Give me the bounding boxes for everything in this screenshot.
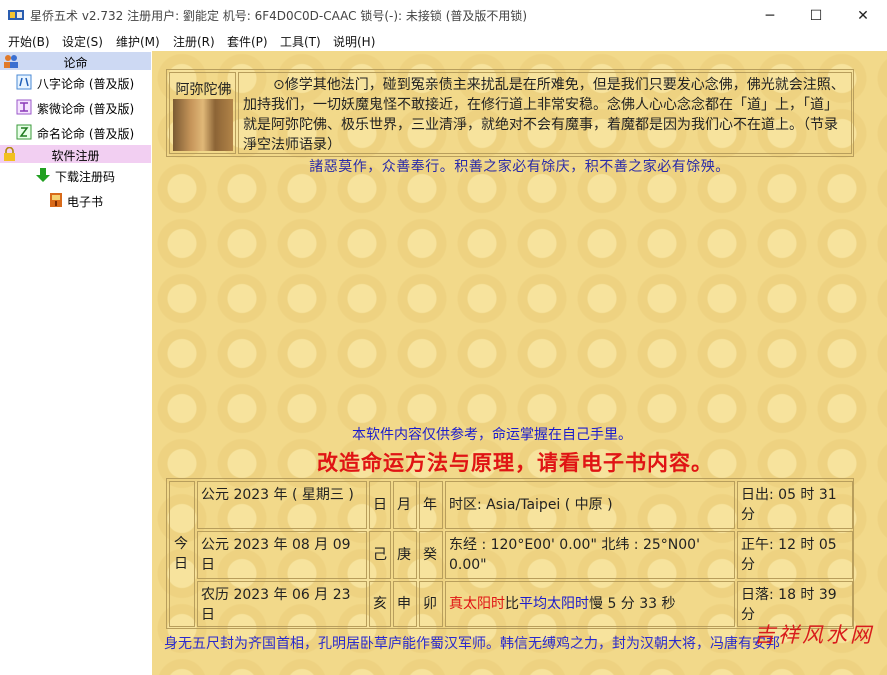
main-content: 阿弥陀佛 ⊙修学其他法门，碰到冤亲债主来扰乱是在所难免，但是我们只要发心念佛，佛… xyxy=(152,51,887,675)
day-branch: 亥 xyxy=(373,596,387,612)
menu-register[interactable]: 注册(R) xyxy=(173,33,215,50)
sidebar-header-registration[interactable]: 软件注册 xyxy=(0,145,151,163)
year-stem-cell: 癸 xyxy=(419,531,443,579)
sidebar-header-label: 软件注册 xyxy=(51,149,100,163)
watermark-logo: 吉祥风水网 xyxy=(754,623,874,647)
mean-solar-label: 平均太阳时 xyxy=(519,596,589,612)
solar-time-cell: 真太阳时比平均太阳时慢 5 分 33 秒 xyxy=(445,581,735,627)
year-header: 年 xyxy=(423,497,437,513)
lunar-date-cell: 农历 2023 年 06 月 23 日 xyxy=(197,581,367,627)
title-bar: 星侨五术 v2.732 注册用户: 劉能定 机号: 6F4D0C0D-CAAC … xyxy=(0,0,887,31)
ziwei-icon xyxy=(16,99,32,115)
date-table: 今日 公元 2023 年 ( 星期三 ) 日 月 年 时区: Asia/Taip… xyxy=(166,478,854,629)
month-stem: 庚 xyxy=(397,547,411,563)
sidebar-item-bazi[interactable]: 八字论命 (普及版) xyxy=(0,71,151,93)
motto-text: 諸惡莫作，众善奉行。积善之家必有馀庆，积不善之家必有馀殃。 xyxy=(309,159,730,175)
gregorian-weekday: 公元 2023 年 ( 星期三 ) xyxy=(201,487,354,503)
sidebar-item-label: 电子书 xyxy=(67,195,104,209)
lunar-date: 农历 2023 年 06 月 23 日 xyxy=(201,587,351,623)
minimize-button[interactable]: ─ xyxy=(747,0,793,31)
today-label: 今日 xyxy=(174,536,188,572)
window-title: 星侨五术 v2.732 注册用户: 劉能定 机号: 6F4D0C0D-CAAC … xyxy=(30,9,528,23)
close-button[interactable]: ✕ xyxy=(840,0,886,31)
ebook-icon xyxy=(50,193,62,207)
sidebar-item-ebook[interactable]: 电子书 xyxy=(0,189,151,211)
month-header-cell: 月 xyxy=(393,481,417,529)
sidebar-item-ziwei[interactable]: 紫微论命 (普及版) xyxy=(0,96,151,118)
day-branch-cell: 亥 xyxy=(369,581,391,627)
compare-word: 比 xyxy=(505,596,519,612)
sidebar-header-fortune[interactable]: 论命 xyxy=(0,52,151,70)
scrolling-text-content: 身无五尺封为齐国首相，孔明居卧草庐能作蜀汉军师。韩信无缚鸡之力，封为汉朝大将，冯… xyxy=(164,636,780,652)
coordinates-cell: 东经 : 120°E00' 0.00" 北纬 : 25°N00' 0.00" xyxy=(445,531,735,579)
menu-start[interactable]: 开始(B) xyxy=(8,33,50,50)
year-branch-cell: 卯 xyxy=(419,581,443,627)
sidebar-item-label: 紫微论命 (普及版) xyxy=(37,102,135,116)
month-branch: 申 xyxy=(397,596,411,612)
month-stem-cell: 庚 xyxy=(393,531,417,579)
amitabha-cell: 阿弥陀佛 xyxy=(169,72,236,154)
true-solar-label: 真太阳时 xyxy=(449,596,505,612)
sidebar-item-naming[interactable]: 命名论命 (普及版) xyxy=(0,121,151,143)
buddha-image xyxy=(173,99,233,151)
sidebar-header-label: 论命 xyxy=(63,56,88,70)
naming-icon xyxy=(16,124,32,140)
quote-cell: ⊙修学其他法门，碰到冤亲债主来扰乱是在所难免，但是我们只要发心念佛，佛光就会注照… xyxy=(238,72,852,154)
maximize-button[interactable]: ☐ xyxy=(793,0,839,31)
year-branch: 卯 xyxy=(423,596,437,612)
sidebar-item-download-code[interactable]: 下载注册码 xyxy=(0,164,151,186)
month-header: 月 xyxy=(397,497,411,513)
quote-text: ⊙修学其他法门，碰到冤亲债主来扰乱是在所难免，但是我们只要发心念佛，佛光就会注照… xyxy=(243,77,845,153)
menu-bar: 开始(B) 设定(S) 维护(M) 注册(R) 套件(P) 工具(T) 说明(H… xyxy=(0,31,887,51)
coordinates-text: 东经 : 120°E00' 0.00" 北纬 : 25°N00' 0.00" xyxy=(449,537,700,573)
sunrise-text: 日出: 05 时 31 分 xyxy=(741,487,837,523)
year-header-cell: 年 xyxy=(419,481,443,529)
today-cell: 今日 xyxy=(169,481,195,627)
timezone-cell: 时区: Asia/Taipei ( 中原 ) xyxy=(445,481,735,529)
menu-suite[interactable]: 套件(P) xyxy=(227,33,268,50)
app-icon xyxy=(8,10,24,20)
day-header: 日 xyxy=(373,497,387,513)
solar-diff: 慢 5 分 33 秒 xyxy=(589,596,676,612)
disclaimer-text: 本软件内容仅供参考，命运掌握在自己手里。 xyxy=(352,427,632,443)
month-branch-cell: 申 xyxy=(393,581,417,627)
quote-table: 阿弥陀佛 ⊙修学其他法门，碰到冤亲债主来扰乱是在所难免，但是我们只要发心念佛，佛… xyxy=(166,69,854,157)
gregorian-date-cell: 公元 2023 年 08 月 09 日 xyxy=(197,531,367,579)
year-stem: 癸 xyxy=(423,547,437,563)
amitabha-label: 阿弥陀佛 xyxy=(175,82,232,98)
day-stem: 己 xyxy=(373,547,387,563)
day-header-cell: 日 xyxy=(369,481,391,529)
menu-maintenance[interactable]: 维护(M) xyxy=(116,33,160,50)
sidebar-item-label: 八字论命 (普及版) xyxy=(37,77,135,91)
sunrise-cell: 日出: 05 时 31 分 xyxy=(737,481,853,529)
sidebar-item-label: 下载注册码 xyxy=(55,170,116,184)
gregorian-date: 公元 2023 年 08 月 09 日 xyxy=(201,537,351,573)
noon-text: 正午: 12 时 05 分 xyxy=(741,537,837,573)
noon-cell: 正午: 12 时 05 分 xyxy=(737,531,853,579)
timezone-text: 时区: Asia/Taipei ( 中原 ) xyxy=(449,497,613,513)
solar-time-line: 真太阳时比平均太阳时慢 5 分 33 秒 xyxy=(449,594,676,614)
menu-help[interactable]: 说明(H) xyxy=(333,33,375,50)
ebook-headline[interactable]: 改造命运方法与原理，请看电子书内容。 xyxy=(152,447,878,477)
download-arrow-icon xyxy=(36,168,50,182)
bazi-icon xyxy=(16,74,32,90)
menu-settings[interactable]: 设定(S) xyxy=(62,33,103,50)
gregorian-weekday-cell: 公元 2023 年 ( 星期三 ) xyxy=(197,481,367,529)
sidebar: 论命 八字论命 (普及版) 紫微论命 (普及版) 命名论命 (普及版) 软件注册… xyxy=(0,51,151,675)
menu-tools[interactable]: 工具(T) xyxy=(280,33,321,50)
sidebar-item-label: 命名论命 (普及版) xyxy=(37,127,135,141)
day-stem-cell: 己 xyxy=(369,531,391,579)
